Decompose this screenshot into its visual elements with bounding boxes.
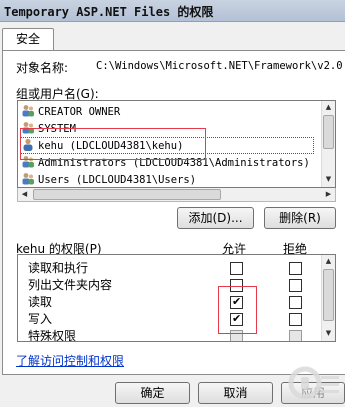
list-item-label: Users (LDCLOUD4381\Users): [38, 174, 197, 186]
tab-strip: 安全: [0, 22, 345, 51]
tab-security[interactable]: 安全: [2, 28, 54, 51]
permission-row: 读取和执行: [18, 260, 322, 276]
remove-button[interactable]: 删除(R): [264, 207, 336, 229]
deny-checkbox-write[interactable]: [289, 313, 302, 326]
scroll-down-arrow-icon[interactable]: ▼: [322, 327, 335, 340]
deny-checkbox-special: [289, 330, 302, 341]
permission-name: 写入: [28, 312, 53, 326]
allow-checkbox-read-execute[interactable]: [230, 262, 243, 275]
deny-checkbox-read[interactable]: [289, 296, 302, 309]
title-bar[interactable]: Temporary ASP.NET Files 的权限: [0, 0, 345, 22]
cancel-button[interactable]: 取消: [198, 382, 273, 404]
permission-name: 读取和执行: [28, 261, 89, 275]
scroll-up-arrow-icon[interactable]: ▲: [322, 255, 335, 268]
group-icon: [22, 173, 34, 185]
highlight-box-allow: [218, 286, 257, 334]
group-list-vertical-scrollbar[interactable]: ▲ ▼: [321, 101, 335, 187]
permission-name: 特殊权限: [28, 329, 77, 342]
scroll-down-arrow-icon[interactable]: ▼: [322, 173, 335, 186]
scroll-right-arrow-icon[interactable]: ▶: [322, 188, 335, 201]
permission-row: 特殊权限: [18, 328, 322, 342]
permissions-list: 读取和执行 列出文件夹内容 读取 写入 特殊权限 ▲ ▼: [17, 254, 336, 342]
list-item-users[interactable]: Users (LDCLOUD4381\Users): [21, 172, 313, 187]
list-item-label: CREATOR OWNER: [38, 106, 121, 118]
deny-checkbox-read-execute[interactable]: [289, 262, 302, 275]
watermark-logo-icon: [288, 366, 339, 400]
group-list-horizontal-scrollbar[interactable]: ◀ ▶: [17, 188, 336, 202]
add-button[interactable]: 添加(D)...: [177, 207, 254, 229]
list-item-creator-owner[interactable]: CREATOR OWNER: [21, 104, 313, 119]
scroll-left-arrow-icon[interactable]: ◀: [18, 188, 31, 201]
permission-row: 写入: [18, 311, 322, 327]
permissions-vertical-scrollbar[interactable]: ▲ ▼: [321, 255, 335, 341]
window-title: Temporary ASP.NET Files 的权限: [4, 5, 214, 19]
deny-checkbox-list-folder[interactable]: [289, 279, 302, 292]
ok-button[interactable]: 确定: [115, 382, 190, 404]
scroll-thumb[interactable]: [323, 269, 334, 321]
object-name-label: 对象名称:: [16, 61, 69, 75]
object-path: C:\Windows\Microsoft.NET\Framework\v2.0.: [96, 60, 345, 72]
permission-name: 列出文件夹内容: [28, 278, 113, 292]
highlight-box-user: [20, 128, 206, 160]
permission-name: 读取: [28, 295, 53, 309]
scroll-up-arrow-icon[interactable]: ▲: [322, 101, 335, 114]
group-icon: [22, 105, 34, 117]
scroll-thumb[interactable]: [323, 115, 334, 149]
permission-row: 读取: [18, 294, 322, 310]
permissions-dialog: Temporary ASP.NET Files 的权限 安全 对象名称: C:\…: [0, 0, 345, 407]
scroll-thumb[interactable]: [33, 189, 221, 200]
learn-access-control-link[interactable]: 了解访问控制和权限: [16, 352, 124, 369]
permission-row: 列出文件夹内容: [18, 277, 322, 293]
